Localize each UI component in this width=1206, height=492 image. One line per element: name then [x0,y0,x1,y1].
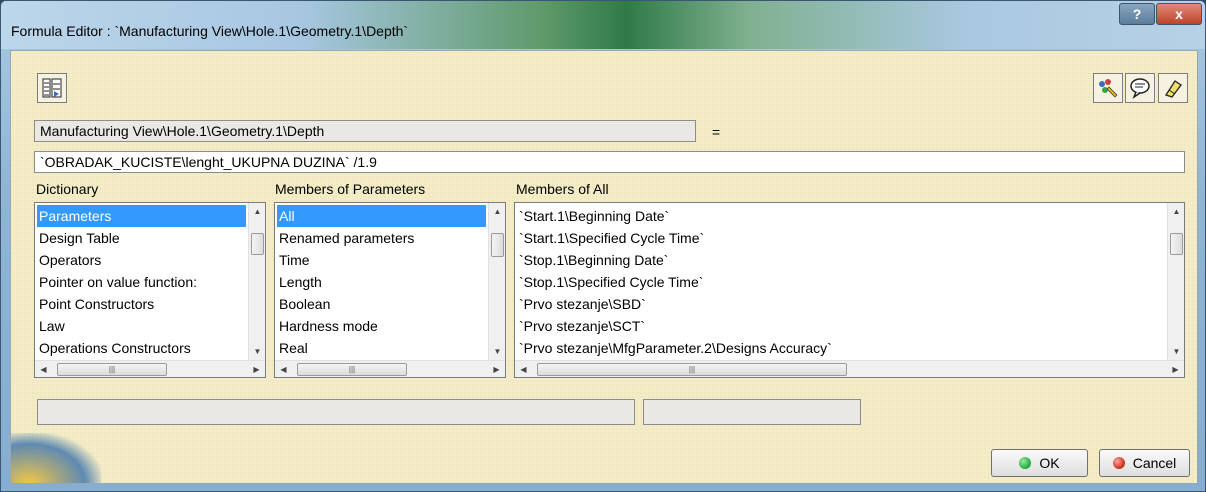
members-of-all-vertical-scrollbar[interactable]: ▲ ▼ [1167,203,1184,360]
eraser-icon[interactable] [1158,73,1188,103]
ok-dot-icon [1019,457,1032,469]
formula-editor-window: Formula Editor : `Manufacturing View\Hol… [0,0,1206,492]
ok-button[interactable]: OK [991,449,1088,477]
members-of-parameters-vertical-scrollbar[interactable]: ▲ ▼ [488,203,505,360]
scroll-thumb[interactable] [1170,233,1183,255]
scroll-thumb[interactable] [251,233,264,255]
list-item[interactable]: Real [277,337,486,359]
incremental-icon[interactable] [37,73,67,103]
list-item[interactable]: `Start.1\Beginning Date` [517,205,1165,227]
list-item[interactable]: Operators [37,249,246,271]
scroll-thumb[interactable]: ||| [537,363,847,376]
equals-label: = [712,124,721,140]
cancel-dot-icon [1112,457,1125,469]
list-item[interactable]: `Prvo stezanje\MfgParameter.2\Designs Ac… [517,337,1165,359]
list-item[interactable]: `Start.1\Specified Cycle Time` [517,227,1165,249]
comment-icon[interactable] [1125,73,1155,103]
cancel-button[interactable]: Cancel [1099,449,1190,477]
dialog-body: Manufacturing View\Hole.1\Geometry.1\Dep… [10,50,1198,484]
list-item[interactable]: Parameters [37,205,246,227]
message-field [37,399,635,425]
measure-icon[interactable] [1093,73,1123,103]
scroll-thumb[interactable]: ||| [57,363,167,376]
dictionary-horizontal-scrollbar[interactable]: ◀ ||| ▶ [35,360,265,377]
window-title: Formula Editor : `Manufacturing View\Hol… [11,23,409,39]
scroll-right-arrow-icon[interactable]: ▶ [1167,361,1184,377]
list-item[interactable]: Boolean [277,293,486,315]
members-of-parameters-horizontal-scrollbar[interactable]: ◀ ||| ▶ [275,360,505,377]
scroll-up-arrow-icon[interactable]: ▲ [249,203,265,220]
list-item[interactable]: `Prvo stezanje\SCT` [517,315,1165,337]
list-item[interactable]: Operations Constructors [37,337,246,359]
scroll-up-arrow-icon[interactable]: ▲ [489,203,505,220]
members-of-all-label: Members of All [516,181,609,197]
members-of-all-horizontal-scrollbar[interactable]: ◀ ||| ▶ [515,360,1184,377]
decorative-glow [11,433,101,483]
scroll-left-arrow-icon[interactable]: ◀ [275,361,292,377]
scroll-thumb[interactable]: ||| [297,363,407,376]
close-button[interactable]: x [1156,3,1202,25]
info-field [643,399,861,425]
list-item[interactable]: Point Constructors [37,293,246,315]
scroll-right-arrow-icon[interactable]: ▶ [488,361,505,377]
scroll-up-arrow-icon[interactable]: ▲ [1168,203,1184,220]
scroll-left-arrow-icon[interactable]: ◀ [515,361,532,377]
list-item[interactable]: Pointer on value function: [37,271,246,293]
list-item[interactable]: `Stop.1\Beginning Date` [517,249,1165,271]
scroll-down-arrow-icon[interactable]: ▼ [249,343,265,360]
list-item[interactable]: Renamed parameters [277,227,486,249]
list-item[interactable]: `Prvo stezanje\SBD` [517,293,1165,315]
dictionary-list[interactable]: Parameters Design Table Operators Pointe… [34,202,266,378]
list-item[interactable]: All [277,205,486,227]
members-of-all-list[interactable]: `Start.1\Beginning Date` `Start.1\Specif… [514,202,1185,378]
scroll-down-arrow-icon[interactable]: ▼ [1168,343,1184,360]
scroll-thumb[interactable] [491,233,504,257]
list-item[interactable]: `Stop.1\Specified Cycle Time` [517,271,1165,293]
scroll-left-arrow-icon[interactable]: ◀ [35,361,52,377]
ok-label: OK [1039,455,1060,471]
list-item[interactable]: Law [37,315,246,337]
scroll-right-arrow-icon[interactable]: ▶ [248,361,265,377]
help-button[interactable]: ? [1119,3,1155,25]
list-item[interactable]: Design Table [37,227,246,249]
scroll-down-arrow-icon[interactable]: ▼ [489,343,505,360]
cancel-label: Cancel [1132,455,1177,471]
list-item[interactable]: Length [277,271,486,293]
list-item[interactable]: Hardness mode [277,315,486,337]
list-item[interactable]: Time [277,249,486,271]
dictionary-vertical-scrollbar[interactable]: ▲ ▼ [248,203,265,360]
title-bar[interactable]: Formula Editor : `Manufacturing View\Hol… [1,1,1205,49]
parameter-name-field: Manufacturing View\Hole.1\Geometry.1\Dep… [34,120,696,142]
formula-input[interactable]: `OBRADAK_KUCISTE\lenght_UKUPNA DUZINA` /… [34,151,1185,173]
members-of-parameters-list[interactable]: All Renamed parameters Time Length Boole… [274,202,506,378]
members-of-parameters-label: Members of Parameters [275,181,426,197]
dictionary-label: Dictionary [36,181,99,197]
